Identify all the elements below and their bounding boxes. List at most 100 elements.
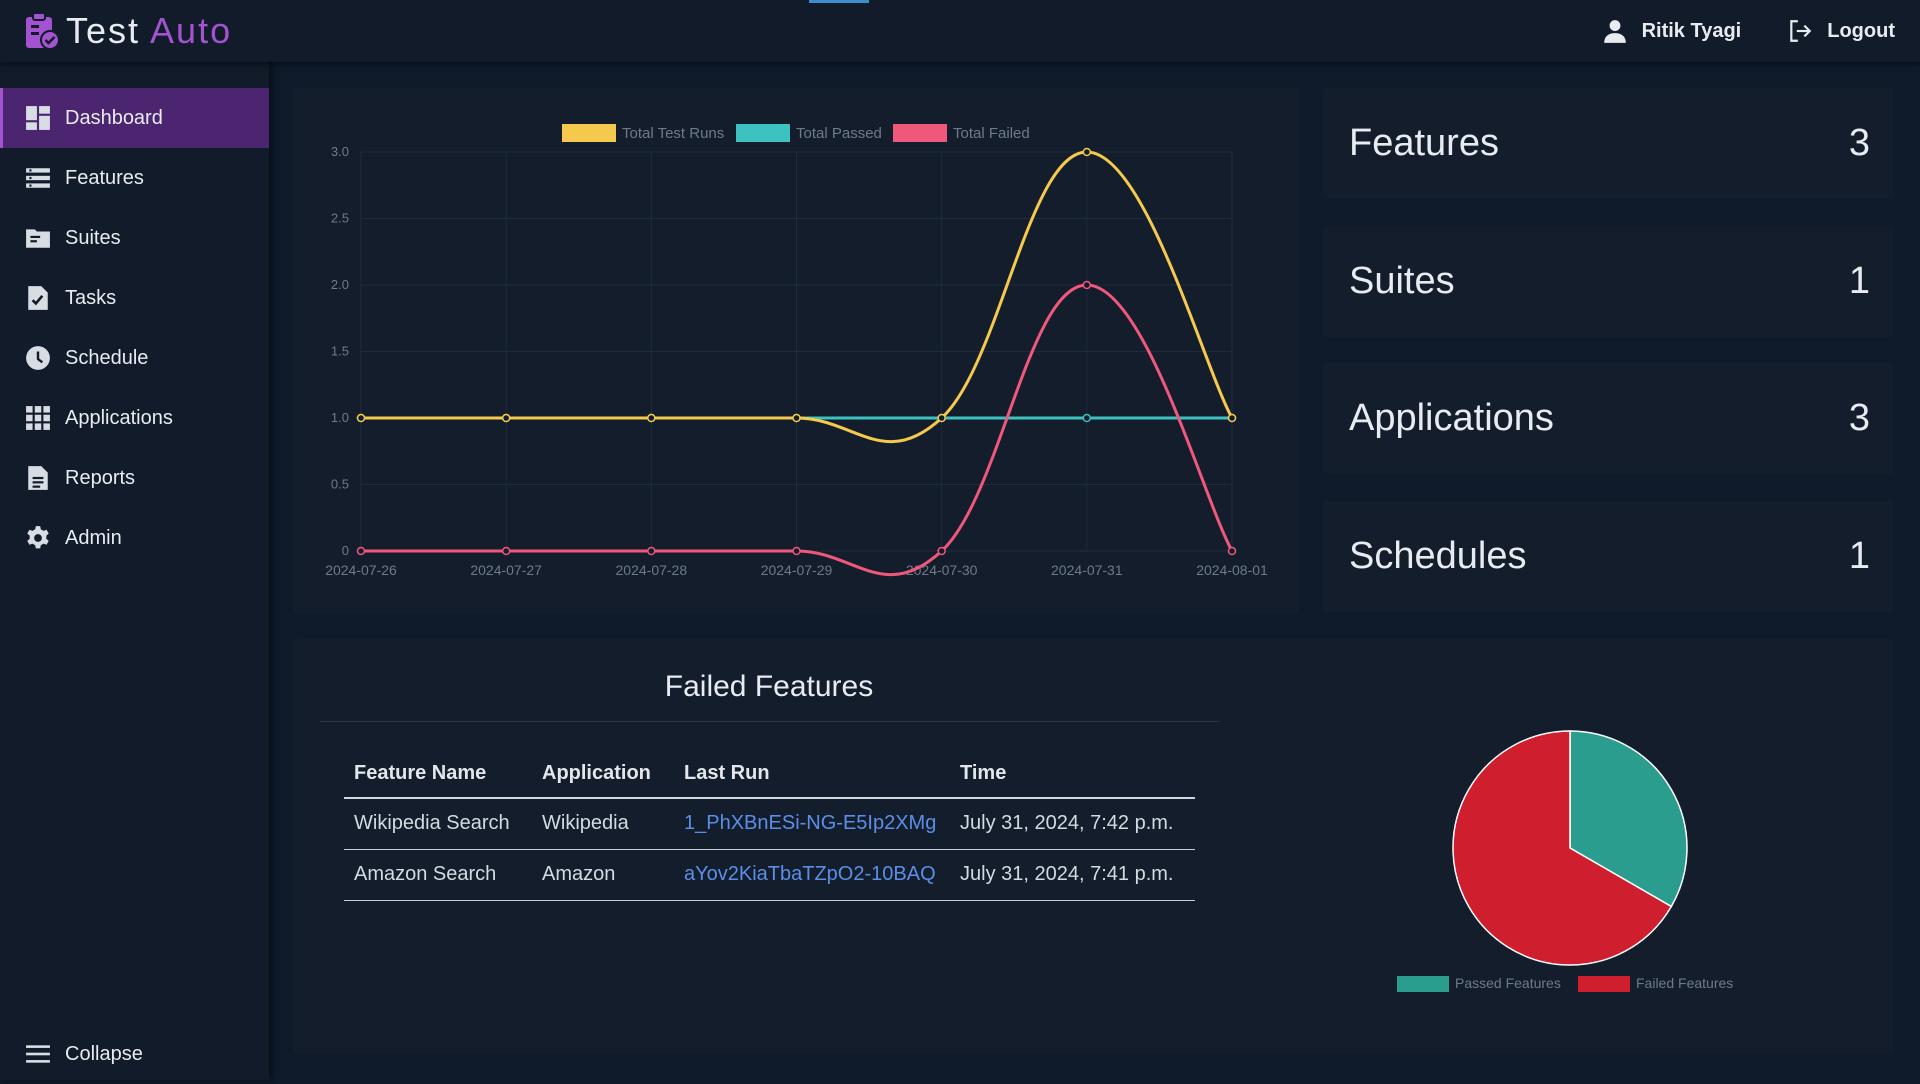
- collapse-label: Collapse: [65, 1042, 143, 1065]
- list-icon: [25, 168, 50, 188]
- cell-application: Amazon: [532, 849, 674, 901]
- data-point: [1227, 546, 1237, 556]
- last-run-link[interactable]: 1_PhXBnESi-NG-E5Ip2XMg: [684, 812, 936, 834]
- sidebar-item-label: Reports: [65, 466, 136, 489]
- y-tick-label: 2.5: [331, 211, 349, 226]
- sidebar-item-reports[interactable]: Reports: [0, 448, 269, 508]
- x-tick-label: 2024-07-31: [1051, 562, 1123, 578]
- y-tick-label: 0: [342, 543, 349, 558]
- collapse-button[interactable]: Collapse: [0, 1024, 269, 1084]
- task-check-icon: [27, 286, 48, 310]
- data-point: [647, 546, 656, 556]
- dashboard-icon: [25, 106, 50, 130]
- document-icon: [27, 466, 48, 490]
- cell-last-run: 1_PhXBnESi-NG-E5Ip2XMg: [674, 798, 950, 850]
- legend-label: Failed Features: [1636, 975, 1733, 991]
- stat-value: 1: [1848, 535, 1870, 577]
- stat-card-applications[interactable]: Applications 3: [1323, 363, 1894, 474]
- test-runs-line-chart: 0 0.5 1.0 1.5 2.0 2.5 3.0 2024-07-26 2024-07-27 2…: [325, 124, 1268, 578]
- clock-icon: [25, 346, 50, 370]
- sidebar-item-suites[interactable]: Suites: [0, 208, 269, 268]
- cell-last-run: aYov2KiaTbaTZpO2-10BAQ: [674, 849, 950, 901]
- data-point: [1082, 280, 1092, 290]
- brand-logo[interactable]: Test Auto: [24, 10, 232, 52]
- legend-swatch: [1397, 976, 1449, 992]
- legend-swatch: [893, 124, 947, 142]
- legend-label: Total Test Runs: [622, 125, 724, 142]
- data-point: [792, 413, 801, 423]
- divider: [320, 721, 1220, 722]
- stat-card-features[interactable]: Features 3: [1323, 88, 1894, 199]
- x-tick-label: 2024-07-27: [470, 562, 542, 578]
- cell-application: Wikipedia: [532, 798, 674, 850]
- x-tick-label: 2024-08-01: [1196, 562, 1268, 578]
- legend-label: Total Failed: [953, 125, 1030, 142]
- features-pie-chart: Passed Features Failed Features: [1397, 730, 1733, 992]
- data-point: [356, 413, 366, 423]
- top-bar: Test Auto Ritik Tyagi Logout: [0, 0, 1920, 62]
- sidebar-item-dashboard[interactable]: Dashboard: [0, 88, 269, 148]
- cell-feature-name: Amazon Search: [344, 849, 532, 901]
- sidebar-item-label: Dashboard: [65, 106, 163, 129]
- y-tick-label: 2.0: [331, 277, 349, 292]
- sidebar-item-schedule[interactable]: Schedule: [0, 328, 269, 388]
- data-point: [1227, 413, 1237, 423]
- y-tick-label: 3.0: [331, 144, 349, 159]
- sidebar-item-features[interactable]: Features: [0, 148, 269, 208]
- brand-main-text: Test: [66, 10, 141, 51]
- legend-label: Total Passed: [796, 125, 882, 142]
- clipboard-check-icon: [26, 12, 60, 50]
- last-run-link[interactable]: aYov2KiaTbaTZpO2-10BAQ: [684, 863, 936, 885]
- x-tick-label: 2024-07-29: [761, 562, 833, 578]
- stat-label: Schedules: [1349, 535, 1527, 577]
- x-tick-label: 2024-07-28: [616, 562, 688, 578]
- folder-icon: [25, 229, 50, 248]
- sidebar-item-label: Admin: [65, 526, 122, 549]
- stat-value: 1: [1848, 260, 1870, 302]
- brand-accent-text: Auto: [150, 10, 233, 51]
- sidebar-item-label: Schedule: [65, 346, 149, 369]
- sidebar: Dashboard Features Suites Tasks Schedule…: [0, 62, 269, 1080]
- data-point: [501, 413, 511, 423]
- grid-icon: [25, 406, 50, 430]
- sidebar-item-applications[interactable]: Applications: [0, 388, 269, 448]
- loading-indicator: [809, 0, 869, 3]
- data-point: [937, 413, 946, 423]
- legend-swatch: [1578, 976, 1630, 992]
- sidebar-item-label: Suites: [65, 226, 121, 249]
- gear-icon: [26, 526, 49, 549]
- column-header-feature-name: Feature Name: [344, 750, 532, 799]
- x-tick-label: 2024-07-26: [325, 562, 397, 578]
- table-header-row: Feature Name Application Last Run Time: [344, 750, 1195, 799]
- stat-label: Features: [1349, 122, 1499, 164]
- stat-value: 3: [1848, 397, 1870, 439]
- header-actions: Ritik Tyagi Logout: [1602, 0, 1895, 62]
- legend-swatch: [736, 124, 790, 142]
- data-point: [937, 546, 946, 556]
- data-point: [1082, 147, 1092, 157]
- sidebar-item-admin[interactable]: Admin: [0, 508, 269, 568]
- logout-label: Logout: [1827, 19, 1895, 42]
- logout-button[interactable]: Logout: [1787, 18, 1895, 44]
- failed-features-table: Feature Name Application Last Run Time W…: [344, 750, 1195, 901]
- data-point: [792, 546, 801, 556]
- table-row: Amazon Search Amazon aYov2KiaTbaTZpO2-10…: [344, 849, 1195, 901]
- data-point: [1082, 413, 1092, 423]
- legend-label: Passed Features: [1455, 975, 1561, 991]
- sidebar-item-tasks[interactable]: Tasks: [0, 268, 269, 328]
- stat-card-schedules[interactable]: Schedules 1: [1323, 501, 1894, 612]
- sidebar-item-label: Applications: [65, 406, 173, 429]
- user-menu[interactable]: Ritik Tyagi: [1602, 18, 1742, 44]
- sidebar-item-label: Tasks: [65, 286, 117, 309]
- column-header-last-run: Last Run: [674, 750, 950, 799]
- stat-card-suites[interactable]: Suites 1: [1323, 226, 1894, 337]
- test-runs-chart-card: 0 0.5 1.0 1.5 2.0 2.5 3.0 2024-07-26 2024-07-27 2…: [294, 88, 1298, 614]
- brand-name: Test Auto: [66, 10, 232, 52]
- data-point: [356, 546, 366, 556]
- column-header-time: Time: [950, 750, 1195, 799]
- stat-label: Suites: [1349, 260, 1455, 302]
- sidebar-item-label: Features: [65, 166, 144, 189]
- user-name: Ritik Tyagi: [1641, 19, 1742, 42]
- legend-swatch: [562, 124, 616, 142]
- menu-icon: [25, 1045, 50, 1063]
